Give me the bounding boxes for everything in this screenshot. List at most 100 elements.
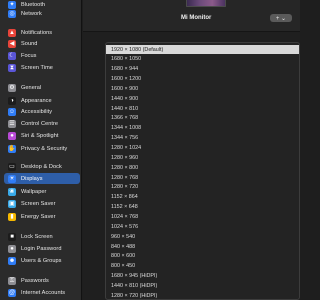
screen-saver-icon: ▣ bbox=[8, 199, 16, 208]
resolution-option[interactable]: 800 × 450 bbox=[106, 262, 299, 271]
resolution-option[interactable]: 1366 × 768 bbox=[106, 114, 299, 123]
resolution-label: 1344 × 756 bbox=[111, 135, 139, 142]
sidebar-item-accessibility[interactable]: ☺ Accessibility bbox=[4, 106, 80, 117]
users-icon: ☻ bbox=[8, 256, 16, 265]
sidebar-item-label: Screen Time bbox=[21, 64, 53, 71]
sidebar-item-label: Focus bbox=[21, 52, 37, 59]
sidebar-item-internet-accounts[interactable]: @ Internet Accounts bbox=[4, 287, 80, 298]
resolution-option[interactable]: 1600 × 1200 bbox=[106, 75, 299, 84]
sidebar-item-general[interactable]: ⚙ General bbox=[4, 82, 80, 93]
sidebar-item-label: Displays bbox=[21, 175, 43, 182]
resolution-option[interactable]: 1440 × 810 bbox=[106, 104, 299, 113]
resolution-option[interactable]: 1440 × 810 (HiDPI) bbox=[106, 281, 299, 290]
network-icon: ◎ bbox=[8, 9, 16, 18]
resolution-option[interactable]: 1152 × 864 bbox=[106, 193, 299, 202]
gear-icon: ⚙ bbox=[8, 83, 16, 92]
resolution-option[interactable]: 1344 × 756 bbox=[106, 134, 299, 143]
sidebar-item-focus[interactable]: ☾ Focus bbox=[4, 50, 80, 61]
resolution-option[interactable]: 1280 × 768 bbox=[106, 173, 299, 182]
sidebar-item-notifications[interactable]: ▲ Notifications bbox=[4, 27, 80, 38]
sidebar-item-lock-screen[interactable]: ■ Lock Screen bbox=[4, 231, 80, 242]
sidebar-item-screen-saver[interactable]: ▣ Screen Saver bbox=[4, 198, 80, 209]
sidebar-item-label: Privacy & Security bbox=[21, 145, 68, 152]
resolution-option[interactable]: 1680 × 945 (HiDPI) bbox=[106, 272, 299, 281]
resolution-option[interactable]: 1024 × 768 bbox=[106, 212, 299, 221]
resolution-option[interactable]: 800 × 600 bbox=[106, 252, 299, 261]
resolution-option[interactable]: 1920 × 1080 (Default) bbox=[106, 45, 299, 54]
main-content: Mi Monitor + ⌄ 1920 × 1080 (Default) 1680… bbox=[83, 0, 300, 300]
resolution-label: 1440 × 900 bbox=[111, 95, 139, 102]
sidebar-item-label: Login Password bbox=[21, 245, 62, 252]
accessibility-icon: ☺ bbox=[8, 107, 16, 116]
moon-icon: ☾ bbox=[8, 51, 16, 60]
resolution-label: 1280 × 800 bbox=[111, 164, 139, 171]
resolution-option[interactable]: 1680 × 1050 bbox=[106, 55, 299, 64]
resolution-label: 1152 × 648 bbox=[111, 204, 138, 211]
sidebar-item-energy-saver[interactable]: ▮ Energy Saver bbox=[4, 211, 80, 222]
resolution-list[interactable]: 1920 × 1080 (Default) 1680 × 1050 1680 × 9… bbox=[105, 42, 300, 300]
sidebar-item-label: Internet Accounts bbox=[21, 289, 66, 296]
resolution-label: 1280 × 768 bbox=[111, 174, 139, 181]
at-icon: @ bbox=[8, 288, 16, 297]
resolution-label: 1280 × 960 bbox=[111, 154, 139, 161]
monitor-name: Mi Monitor bbox=[181, 15, 212, 21]
speaker-icon: ◀ bbox=[8, 39, 16, 48]
sidebar-item-label: Control Centre bbox=[21, 120, 59, 127]
sidebar-item-label: Desktop & Dock bbox=[21, 163, 62, 170]
resolution-option[interactable]: 1280 × 1024 bbox=[106, 144, 299, 153]
display-icon: ☀ bbox=[8, 174, 16, 183]
resolution-label: 1366 × 768 bbox=[111, 115, 139, 122]
sidebar-item-siri-spotlight[interactable]: ● Siri & Spotlight bbox=[4, 130, 80, 141]
resolution-label: 1600 × 1200 bbox=[111, 76, 142, 83]
resolution-label: 1280 × 720 (HiDPI) bbox=[111, 292, 158, 299]
monitor-thumbnail[interactable] bbox=[186, 0, 226, 7]
resolution-option[interactable]: 1344 × 1008 bbox=[106, 124, 299, 133]
resolution-option[interactable]: 1152 × 648 bbox=[106, 203, 299, 212]
battery-icon: ▮ bbox=[8, 212, 16, 221]
appearance-icon: ◑ bbox=[8, 96, 16, 105]
resolution-label: 1344 × 1008 bbox=[111, 125, 142, 132]
sidebar-item-users-groups[interactable]: ☻ Users & Groups bbox=[4, 255, 80, 266]
sidebar-item-sound[interactable]: ◀ Sound bbox=[4, 38, 80, 49]
resolution-option[interactable]: 1024 × 576 bbox=[106, 222, 299, 231]
sidebar-item-wallpaper[interactable]: ❀ Wallpaper bbox=[4, 186, 80, 197]
sidebar-item-label: Wallpaper bbox=[21, 188, 47, 195]
sidebar-item-label: Passwords bbox=[21, 277, 49, 284]
resolution-option[interactable]: 1280 × 800 bbox=[106, 163, 299, 172]
sidebar-item-desktop-dock[interactable]: ▭ Desktop & Dock bbox=[4, 161, 80, 172]
add-display-button[interactable]: + ⌄ bbox=[270, 14, 292, 22]
sidebar-item-control-centre[interactable]: ☰ Control Centre bbox=[4, 118, 80, 129]
sidebar-item-label: Network bbox=[21, 10, 42, 17]
resolution-option[interactable]: 1600 × 900 bbox=[106, 84, 299, 93]
sidebar-item-displays[interactable]: ☀ Displays bbox=[4, 173, 80, 184]
sidebar-item-network[interactable]: ◎ Network bbox=[4, 8, 80, 19]
resolution-label: 1024 × 768 bbox=[111, 213, 139, 220]
sidebar-item-appearance[interactable]: ◑ Appearance bbox=[4, 95, 80, 106]
resolution-label: 1280 × 720 bbox=[111, 184, 139, 191]
resolution-label: 1680 × 944 bbox=[111, 66, 139, 73]
sidebar-item-label: Users & Groups bbox=[21, 257, 62, 264]
sidebar-item-login-password[interactable]: ● Login Password bbox=[4, 243, 80, 254]
sidebar-item-label: Sound bbox=[21, 40, 38, 47]
lock-icon: ● bbox=[8, 244, 16, 253]
resolution-option[interactable]: 1280 × 720 (HiDPI) bbox=[106, 291, 299, 299]
sidebar-item-passwords[interactable]: ⚿ Passwords bbox=[4, 275, 80, 286]
hourglass-icon: ⧗ bbox=[8, 63, 16, 72]
resolution-label: 1024 × 576 bbox=[111, 223, 139, 230]
resolution-label: 1600 × 900 bbox=[111, 85, 139, 92]
resolution-option[interactable]: 1680 × 944 bbox=[106, 65, 299, 74]
sidebar-item-label: Energy Saver bbox=[21, 213, 56, 220]
resolution-option[interactable]: 1280 × 720 bbox=[106, 183, 299, 192]
sidebar-item-label: Lock Screen bbox=[21, 233, 53, 240]
resolution-label: 1440 × 810 bbox=[111, 105, 139, 112]
sidebar-item-privacy-security[interactable]: ✋ Privacy & Security bbox=[4, 143, 80, 154]
resolution-option[interactable]: 840 × 488 bbox=[106, 242, 299, 251]
sidebar-item-screen-time[interactable]: ⧗ Screen Time bbox=[4, 62, 80, 73]
sidebar-item-label: Accessibility bbox=[21, 108, 53, 115]
resolution-option[interactable]: 1440 × 900 bbox=[106, 94, 299, 103]
key-icon: ⚿ bbox=[8, 276, 16, 285]
resolution-label: 1280 × 1024 bbox=[111, 145, 142, 151]
resolution-option[interactable]: 960 × 540 bbox=[106, 232, 299, 241]
resolution-option[interactable]: 1280 × 960 bbox=[106, 153, 299, 162]
sidebar-item-label: Siri & Spotlight bbox=[21, 132, 59, 139]
